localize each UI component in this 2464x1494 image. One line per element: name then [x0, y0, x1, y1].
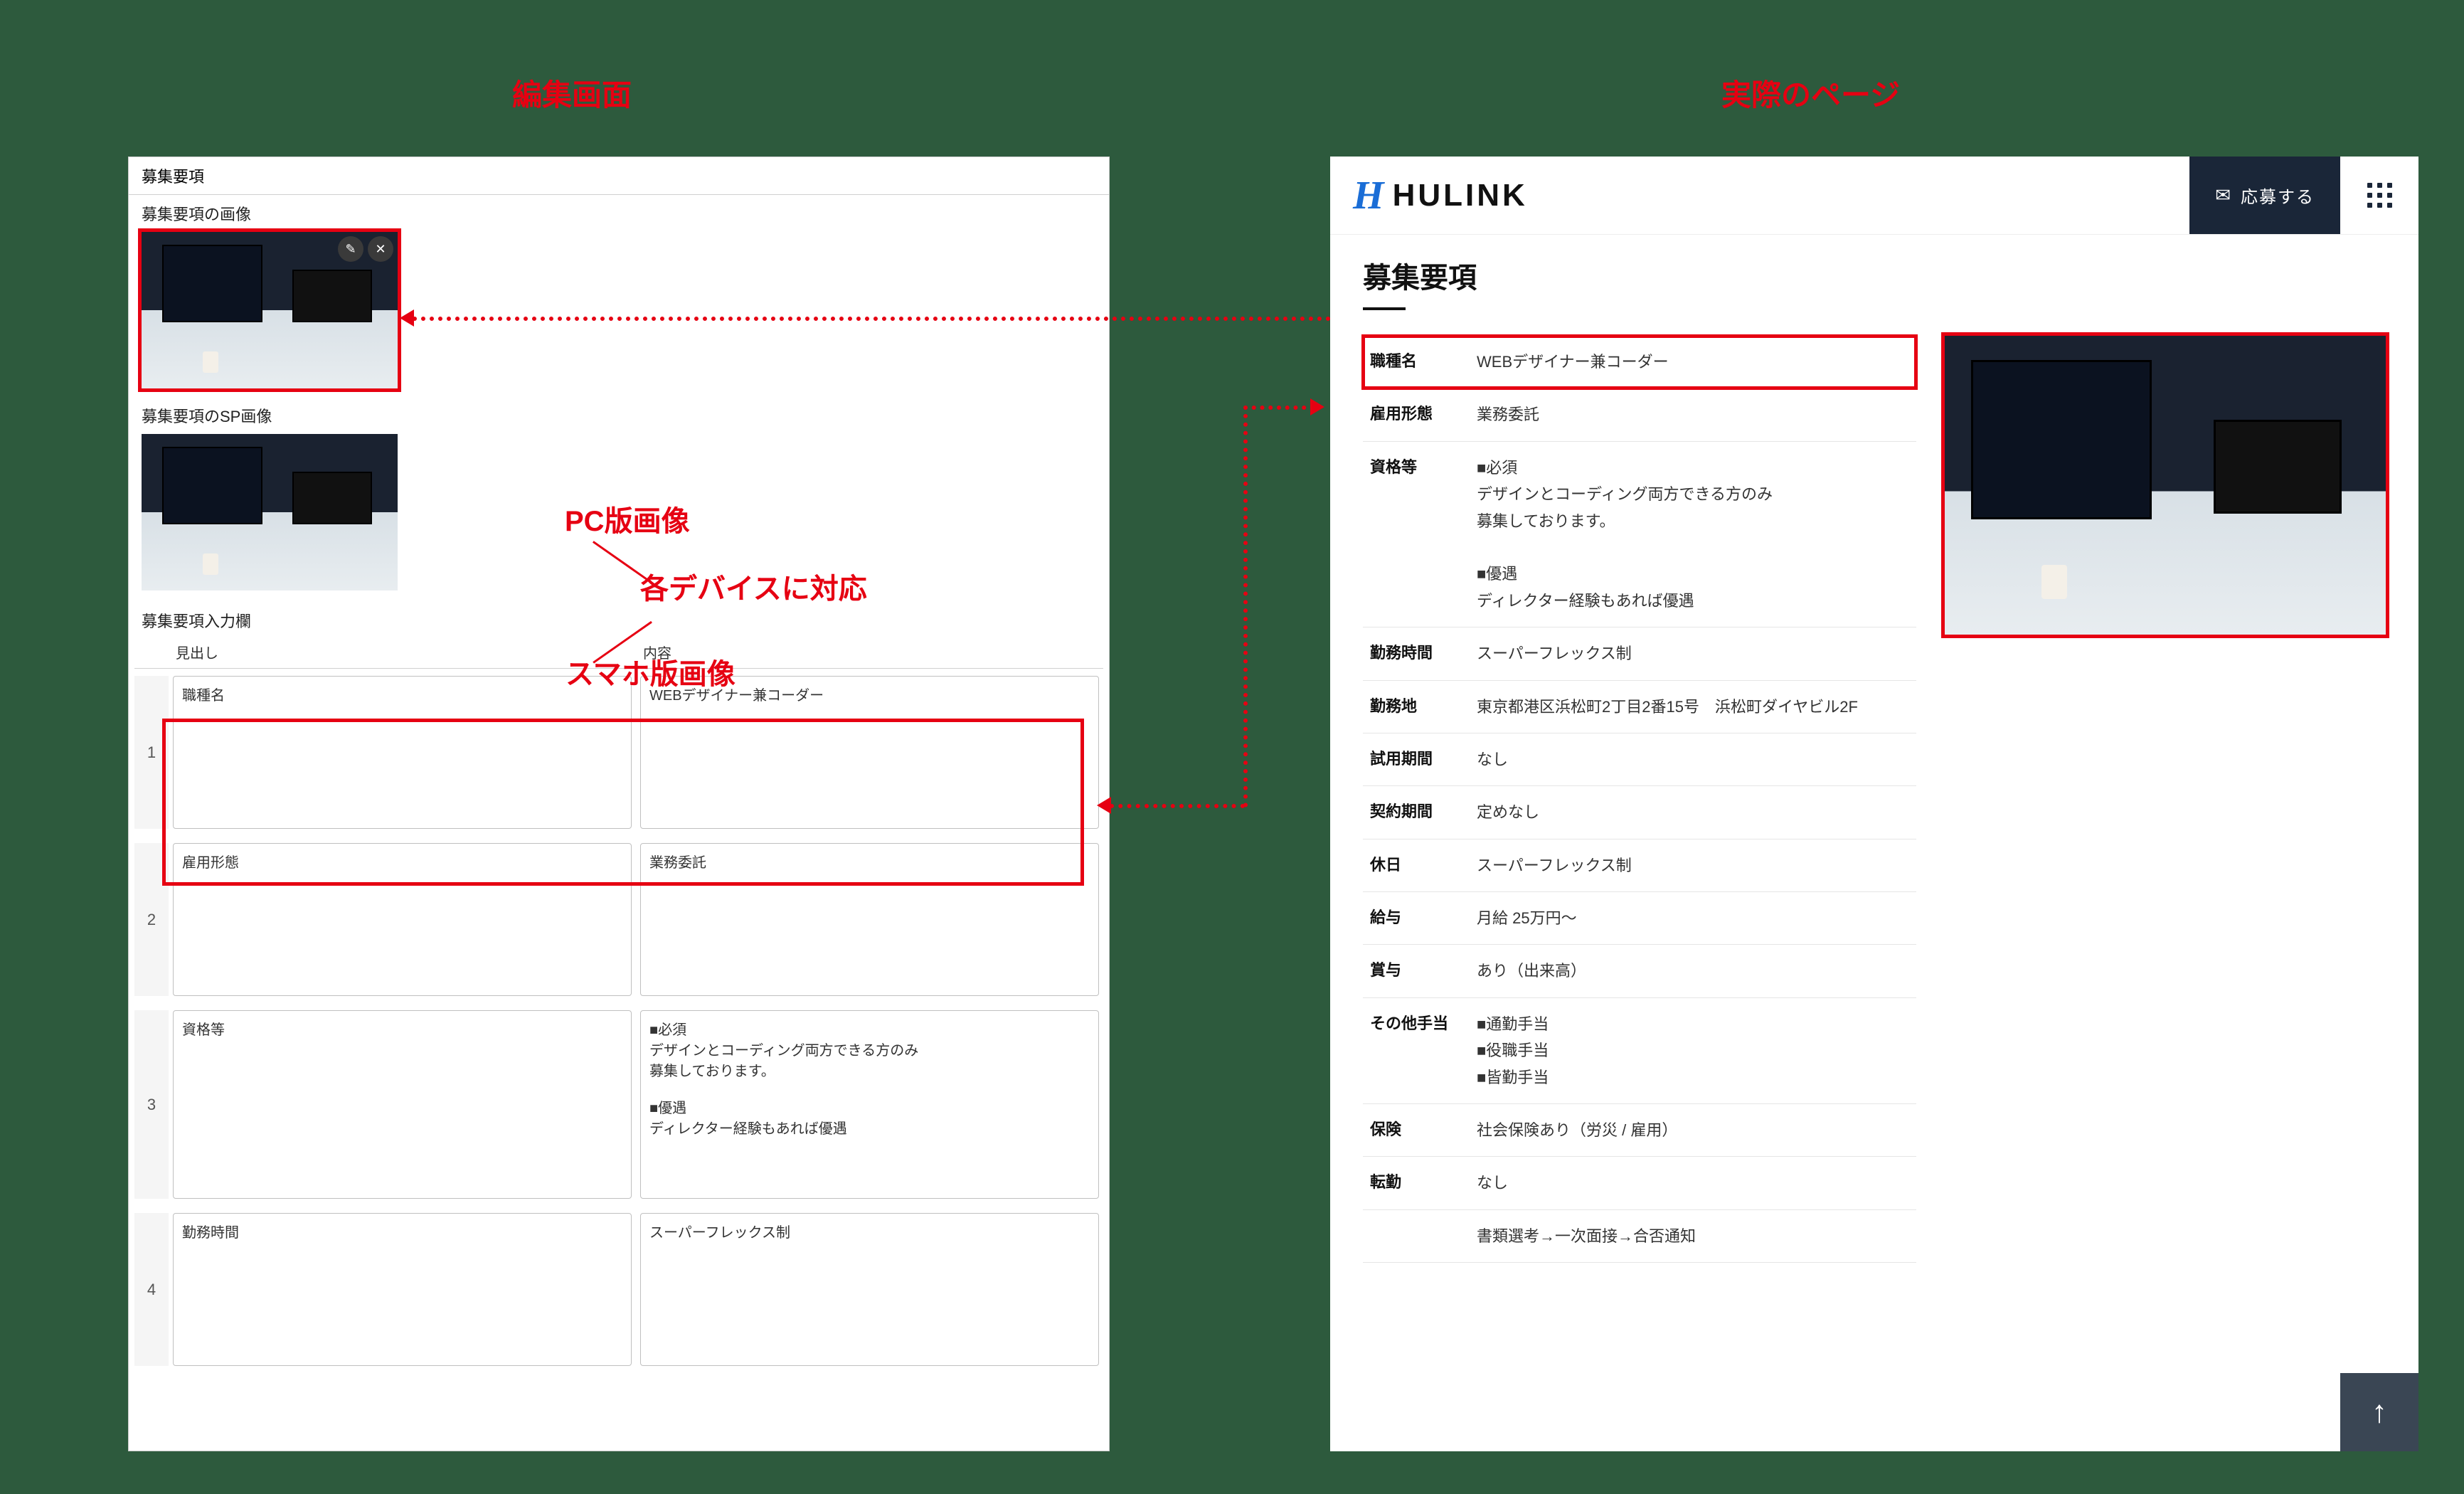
apply-button[interactable]: ✉ 応募する	[2189, 157, 2340, 234]
connector-line	[1243, 406, 1248, 807]
content-input[interactable]	[640, 676, 1099, 829]
arrowhead-icon	[1310, 398, 1324, 415]
arrow-up-icon: ↑	[2372, 1394, 2387, 1430]
row-index: 2	[134, 843, 169, 996]
apply-button-label: 応募する	[2241, 183, 2315, 208]
pencil-icon: ✎	[345, 242, 356, 257]
arrowhead-icon	[1097, 797, 1111, 814]
preview-header: H HULINK ✉ 応募する	[1330, 157, 2418, 235]
detail-key: 試用期間	[1370, 746, 1477, 769]
table-row: 1	[134, 669, 1103, 836]
content-input[interactable]	[640, 1010, 1099, 1199]
sp-image-thumbnail	[142, 434, 398, 590]
detail-value: スーパーフレックス制	[1477, 640, 1909, 667]
detail-key: 勤務地	[1370, 694, 1477, 716]
detail-row: 保険社会保険あり（労災 / 雇用）	[1363, 1104, 1916, 1157]
editor-panel: 募集要項 募集要項の画像 ✎ ✕ 募集要項のSP画像 募集要項入力欄 見出し 内…	[128, 157, 1110, 1451]
annotation-sp-image: スマホ版画像	[565, 651, 736, 692]
detail-value: ■必須デザインとコーディング両方できる方のみ募集しております。■優遇ディレクター…	[1477, 455, 1909, 614]
pc-image-upload[interactable]: ✎ ✕	[142, 232, 398, 388]
preview-panel: H HULINK ✉ 応募する 募集要項 職種名WEBデザイナー兼コーダー雇用形…	[1330, 157, 2418, 1451]
table-section-label: 募集要項入力欄	[129, 599, 1109, 636]
detail-value: 書類選考→一次面接→合否通知	[1477, 1223, 1909, 1249]
annotation-device-support: 各デバイスに対応	[640, 566, 867, 607]
detail-key: 雇用形態	[1370, 401, 1477, 424]
sp-image-label: 募集要項のSP画像	[129, 397, 1109, 431]
detail-key: 給与	[1370, 905, 1477, 928]
table-row: 4	[134, 1206, 1103, 1373]
connector-line	[1243, 406, 1315, 410]
detail-key: 賞与	[1370, 958, 1477, 980]
preview-body: 募集要項 職種名WEBデザイナー兼コーダー雇用形態業務委託資格等■必須デザインと…	[1330, 235, 2418, 1283]
brand-name: HULINK	[1393, 178, 1528, 213]
scroll-to-top-button[interactable]: ↑	[2340, 1373, 2418, 1451]
detail-row: 転勤なし	[1363, 1157, 1916, 1209]
content-input[interactable]	[640, 1213, 1099, 1366]
editor-table: 見出し 内容 1 2 3 4	[129, 636, 1109, 1373]
arrowhead-icon	[400, 309, 414, 327]
table-row: 2	[134, 836, 1103, 1003]
detail-value: WEBデザイナー兼コーダー	[1477, 349, 1909, 375]
sp-image-upload[interactable]	[142, 434, 398, 590]
detail-key: 保険	[1370, 1117, 1477, 1140]
preview-hero-image	[1945, 336, 2386, 635]
close-icon: ✕	[375, 242, 386, 257]
detail-row: 書類選考→一次面接→合否通知	[1363, 1210, 1916, 1263]
detail-value: 定めなし	[1477, 799, 1909, 825]
detail-row: 休日スーパーフレックス制	[1363, 839, 1916, 892]
content-input[interactable]	[640, 843, 1099, 996]
detail-key: その他手当	[1370, 1011, 1477, 1034]
pc-image-label: 募集要項の画像	[129, 195, 1109, 229]
detail-key: 転勤	[1370, 1170, 1477, 1192]
mail-icon: ✉	[2215, 184, 2232, 206]
logo-mark-icon: H	[1353, 173, 1384, 218]
heading-input[interactable]	[173, 1010, 632, 1199]
table-row: 3	[134, 1003, 1103, 1206]
detail-row: 雇用形態業務委託	[1363, 388, 1916, 441]
edit-image-button[interactable]: ✎	[338, 236, 363, 262]
detail-row: 賞与あり（出来高）	[1363, 945, 1916, 997]
brand-logo[interactable]: H HULINK	[1353, 173, 1528, 218]
detail-value: なし	[1477, 1170, 1909, 1196]
detail-key: 資格等	[1370, 455, 1477, 477]
heading-input[interactable]	[173, 843, 632, 996]
detail-value: ■通勤手当■役職手当■皆勤手当	[1477, 1011, 1909, 1091]
title-underline	[1363, 307, 1406, 310]
detail-row: 給与月給 25万円〜	[1363, 892, 1916, 945]
detail-row: 勤務時間スーパーフレックス制	[1363, 627, 1916, 680]
detail-value: スーパーフレックス制	[1477, 852, 1909, 879]
grid-menu-icon	[2367, 183, 2392, 208]
row-index: 3	[134, 1010, 169, 1199]
detail-key: 勤務時間	[1370, 640, 1477, 663]
details-list: 職種名WEBデザイナー兼コーダー雇用形態業務委託資格等■必須デザインとコーディン…	[1363, 336, 1916, 1263]
remove-image-button[interactable]: ✕	[368, 236, 393, 262]
menu-button[interactable]	[2340, 157, 2418, 234]
detail-value: なし	[1477, 746, 1909, 773]
heading-input[interactable]	[173, 676, 632, 829]
detail-row: その他手当■通勤手当■役職手当■皆勤手当	[1363, 998, 1916, 1104]
preview-title: 実際のページ	[1721, 71, 1900, 115]
detail-key: 休日	[1370, 852, 1477, 875]
detail-row: 資格等■必須デザインとコーディング両方できる方のみ募集しております。■優遇ディレ…	[1363, 442, 1916, 627]
detail-row: 契約期間定めなし	[1363, 786, 1916, 839]
detail-value: 業務委託	[1477, 401, 1909, 428]
editor-panel-title: 募集要項	[129, 157, 1109, 195]
detail-value: あり（出来高）	[1477, 958, 1909, 984]
detail-row: 試用期間なし	[1363, 733, 1916, 786]
detail-key: 契約期間	[1370, 799, 1477, 822]
detail-value: 社会保険あり（労災 / 雇用）	[1477, 1117, 1909, 1143]
detail-row: 勤務地東京都港区浜松町2丁目2番15号 浜松町ダイヤビル2F	[1363, 681, 1916, 733]
editor-title: 編集画面	[512, 71, 632, 115]
connector-line	[1110, 804, 1245, 808]
detail-row: 職種名WEBデザイナー兼コーダー	[1363, 336, 1916, 388]
detail-value: 東京都港区浜松町2丁目2番15号 浜松町ダイヤビル2F	[1477, 694, 1909, 720]
heading-input[interactable]	[173, 1213, 632, 1366]
editor-body: 募集要項の画像 ✎ ✕ 募集要項のSP画像 募集要項入力欄 見出し 内容	[129, 195, 1109, 1451]
detail-key: 職種名	[1370, 349, 1477, 371]
annotation-pc-image: PC版画像	[565, 498, 690, 539]
detail-value: 月給 25万円〜	[1477, 905, 1909, 931]
row-index: 1	[134, 676, 169, 829]
section-title: 募集要項	[1363, 255, 2386, 307]
row-index: 4	[134, 1213, 169, 1366]
